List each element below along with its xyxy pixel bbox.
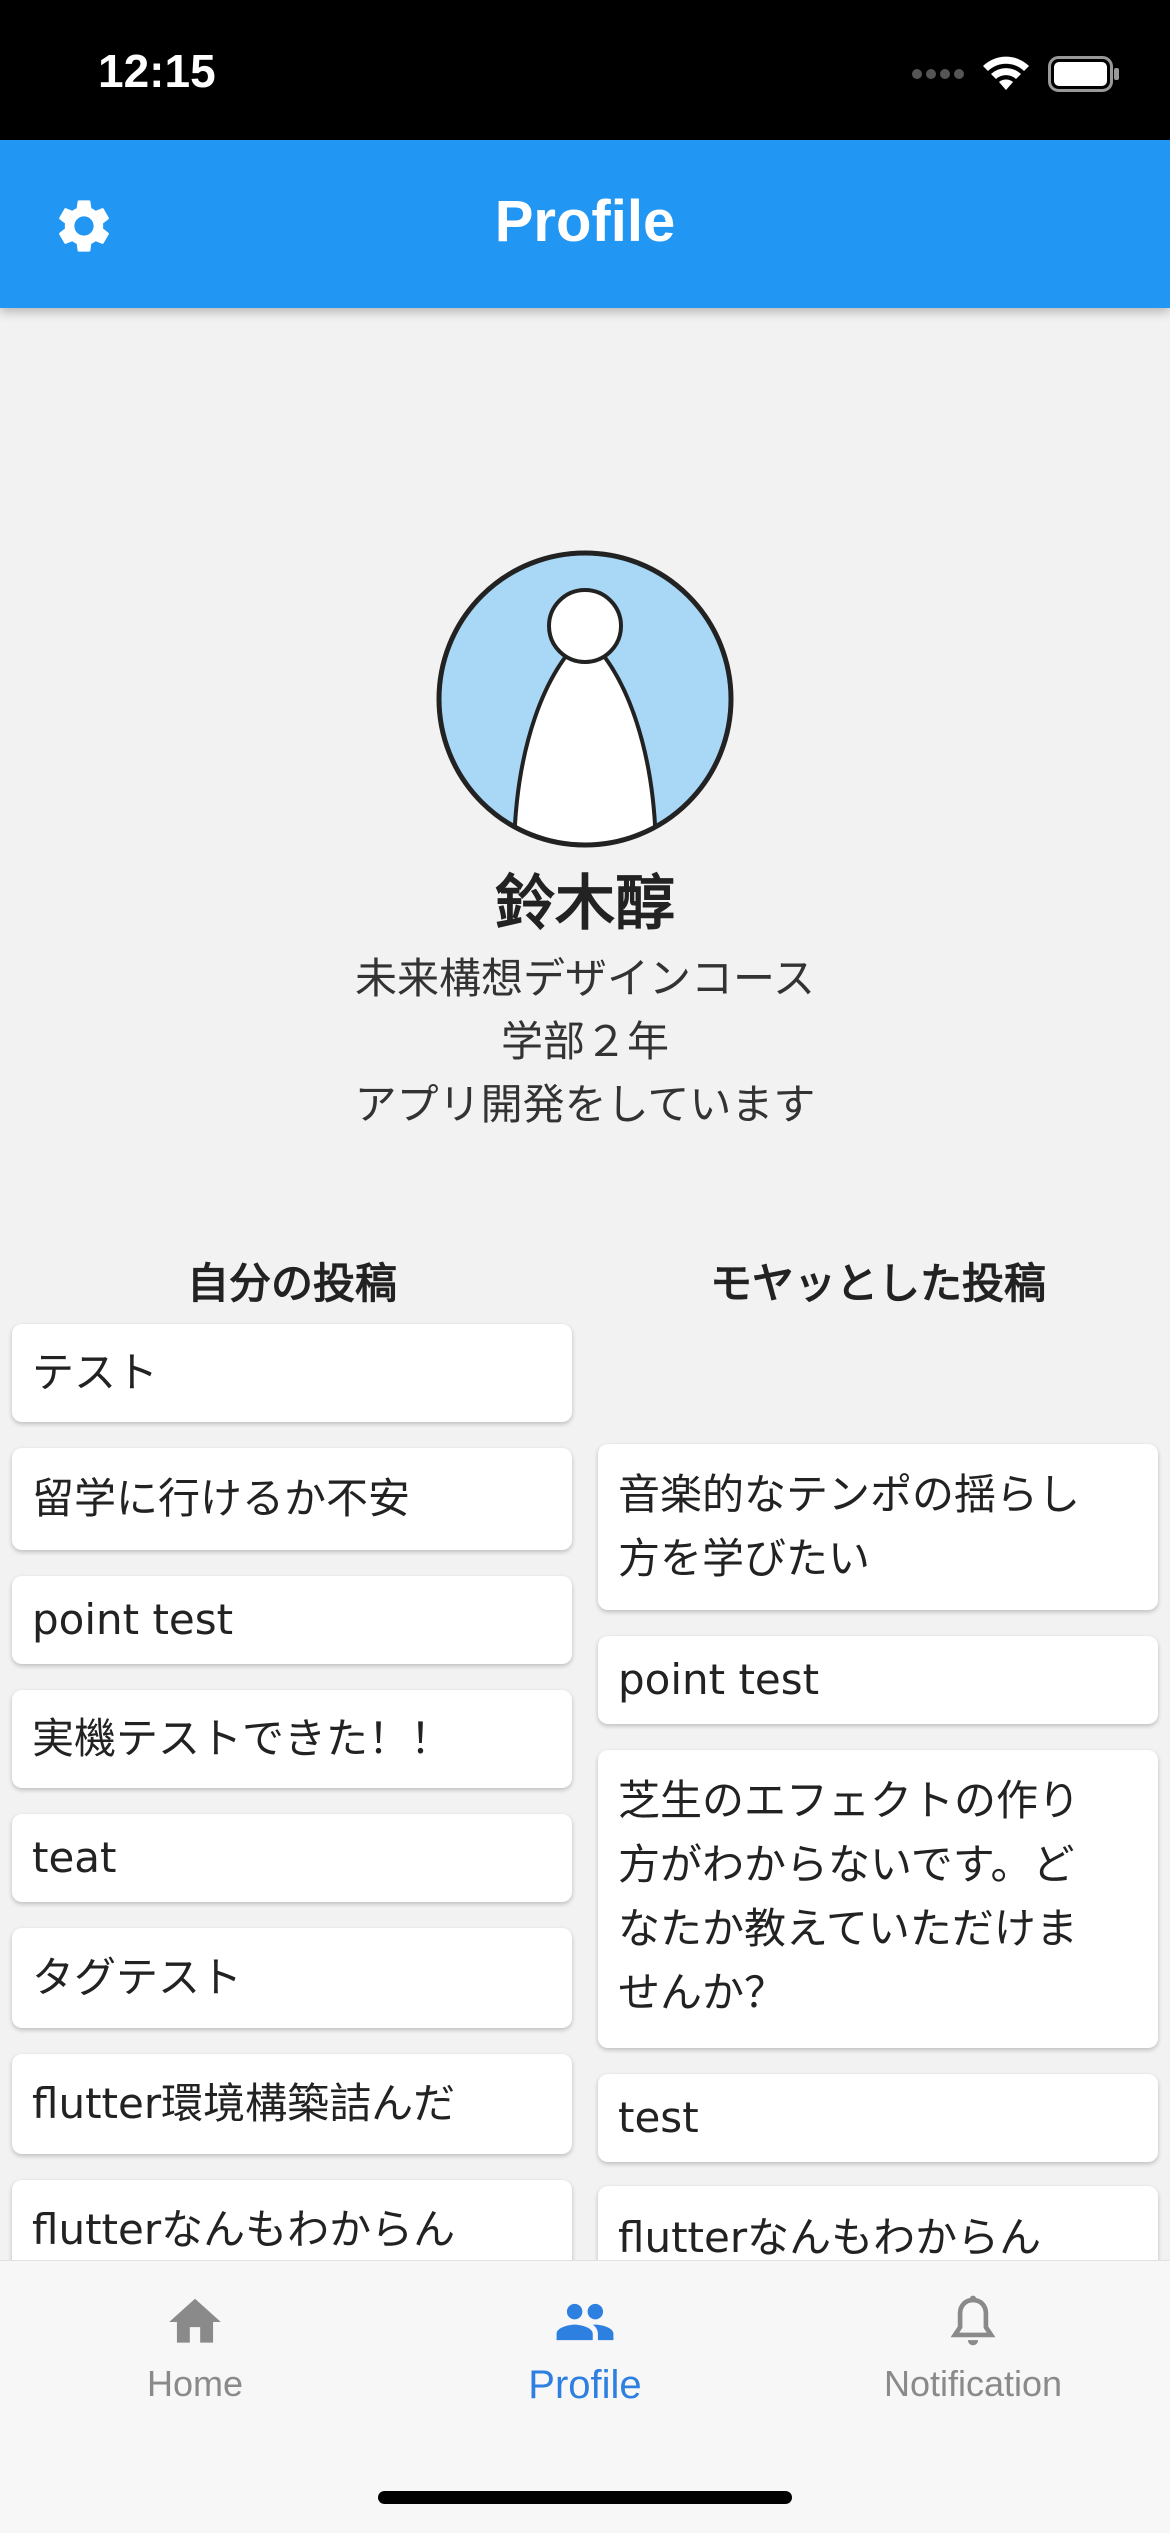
profile-bio: アプリ開発をしています [354,1080,816,1129]
moyatto-post-text: 音楽的なテンポの揺らし [618,1470,1081,1519]
profile-name: 鈴木醇 [495,869,675,939]
my-post-card[interactable]: タグテスト [12,1928,572,2028]
moyatto-post-text: 方がわからないです。ど [618,1840,1075,1889]
status-icons [912,52,1120,96]
nav-item-home[interactable]: Home [45,2291,345,2405]
app-bar: Profile [0,140,1170,308]
my-post-card[interactable]: 留学に行けるか不安 [12,1448,572,1550]
moyatto-posts-title: モヤッとした投稿 [709,1259,1046,1308]
moyatto-post-card[interactable]: point test [598,1636,1158,1724]
moyatto-post-text: test [618,2093,699,2142]
page-title: Profile [494,189,676,254]
nav-item-profile[interactable]: Profile [435,2291,735,2408]
my-post-card[interactable]: テスト [12,1324,572,1422]
moyatto-post-card[interactable]: test [598,2074,1158,2162]
my-post-card[interactable]: point test [12,1576,572,1664]
moyatto-post-text: なたか教えていただけま [618,1904,1078,1953]
nav-label-profile: Profile [528,2363,642,2407]
nav-item-notification[interactable]: Notification [823,2291,1123,2405]
nav-label-home: Home [146,2363,244,2404]
my-post-card[interactable]: 実機テストできた！！ [12,1690,572,1788]
cellular-signal-icon [912,69,964,79]
profile-course: 未来構想デザインコース [355,954,815,1003]
people-icon [556,2303,614,2341]
bell-icon [950,2295,996,2346]
my-posts-title: 自分の投稿 [186,1259,397,1308]
moyatto-post-card[interactable]: 音楽的なテンポの揺らし 方を学びたい [598,1444,1158,1610]
bottom-navigation: Home Profile Notification [0,2260,1170,2533]
home-indicator[interactable] [378,2491,792,2504]
my-post-text: flutterなんもわからん [32,2205,456,2254]
my-post-text: point test [32,1595,234,1644]
battery-icon [1048,56,1119,92]
avatar[interactable] [434,548,736,850]
my-post-text: flutter環境構築詰んだ [32,2079,456,2128]
wifi-icon [983,56,1029,90]
person-avatar-icon [436,550,734,848]
profile-grade: 学部２年 [500,1017,669,1066]
my-post-text: 留学に行けるか不安 [32,1474,411,1523]
my-post-text: teat [32,1833,117,1882]
moyatto-post-text: point test [618,1655,820,1704]
my-post-card[interactable]: teat [12,1814,572,1902]
home-icon [169,2298,221,2343]
my-post-text: タグテスト [32,1953,243,2002]
nav-label-notification: Notification [883,2363,1063,2404]
moyatto-post-text: せんか？ [618,1968,787,2017]
status-bar: 12:15 [0,0,1170,140]
my-post-text: 実機テストできた！！ [32,1714,453,1763]
status-time: 12:15 [98,45,216,97]
moyatto-post-text: 芝生のエフェクトの作り [618,1776,1081,1825]
moyatto-post-text: 方を学びたい [618,1534,871,1583]
moyatto-post-card[interactable]: 芝生のエフェクトの作り 方がわからないです。ど なたか教えていただけま せんか？ [598,1750,1158,2048]
my-post-card[interactable]: flutter環境構築詰んだ [12,2054,572,2154]
my-post-text: テスト [32,1348,159,1397]
